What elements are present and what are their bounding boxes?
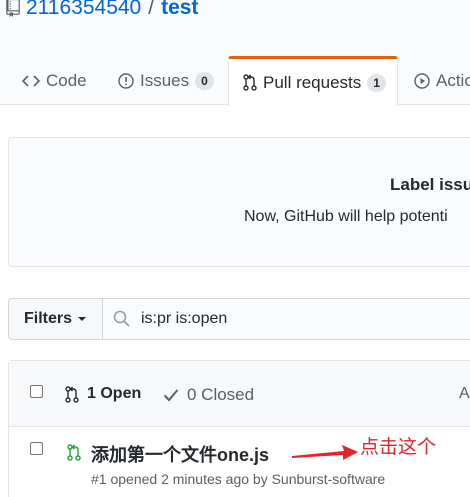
tab-actions-label: Actio [436,71,470,90]
pr-title-link[interactable]: 添加第一个文件one.js [91,441,269,467]
repo-title: 2116354540 / test [6,0,198,20]
select-all-checkbox[interactable] [30,385,43,398]
tab-actions[interactable]: Actio [414,57,470,105]
issues-count-badge: 0 [195,72,214,90]
blankslate-title: Label issu [390,175,470,194]
caret-down-icon [78,317,87,321]
closed-filter-link[interactable]: 0 Closed [163,385,254,405]
annotation-text: 点击这个 [360,437,437,458]
repo-nav-tabs: Code Issues 0 Pull requests 1 Actio [0,26,470,106]
code-icon [22,75,40,87]
repo-book-icon [6,0,20,17]
check-icon [163,389,179,402]
tab-issues[interactable]: Issues 0 [118,57,214,105]
tab-code-label: Code [46,71,87,90]
play-icon [414,73,430,89]
open-filter-link[interactable]: 1 Open [65,385,141,403]
git-pull-request-icon [65,385,79,403]
blankslate-text: Now, GitHub will help potenti [244,208,448,225]
git-pull-request-icon [243,74,257,91]
open-count-label: 1 Open [87,385,142,402]
author-filter-dropdown[interactable]: A [459,385,470,403]
tab-pull-requests-label: Pull requests [263,72,362,92]
pr-select-checkbox[interactable] [30,442,43,455]
filters-button-label: Filters [24,310,73,327]
git-pull-request-open-icon [67,444,81,461]
filters-button[interactable]: Filters [8,298,103,340]
tab-code[interactable]: Code [22,57,87,105]
closed-count-label: 0 Closed [187,385,255,404]
search-input-value: is:pr is:open [141,310,228,327]
issue-opened-icon [118,73,134,89]
list-header: 1 Open 0 Closed A [9,361,470,427]
pull-requests-list: 1 Open 0 Closed A 添加第一个文件one.js #1 opene… [8,360,470,497]
repo-header: 2116354540 / test [0,0,470,26]
search-icon [113,310,130,327]
label-issues-blankslate: Label issu Now, GitHub will help potenti [8,137,470,267]
pull-requests-count-badge: 1 [367,73,386,92]
repo-name-link[interactable]: test [161,0,198,20]
pr-meta-text: #1 opened 2 minutes ago by Sunburst-soft… [91,471,386,487]
annotation-arrow-icon [292,445,358,460]
search-input[interactable]: is:pr is:open [102,298,470,340]
tab-pull-requests[interactable]: Pull requests 1 [228,56,398,106]
tab-issues-label: Issues [140,71,190,90]
repo-owner-link[interactable]: 2116354540 [26,0,141,20]
repo-separator: / [148,0,155,19]
